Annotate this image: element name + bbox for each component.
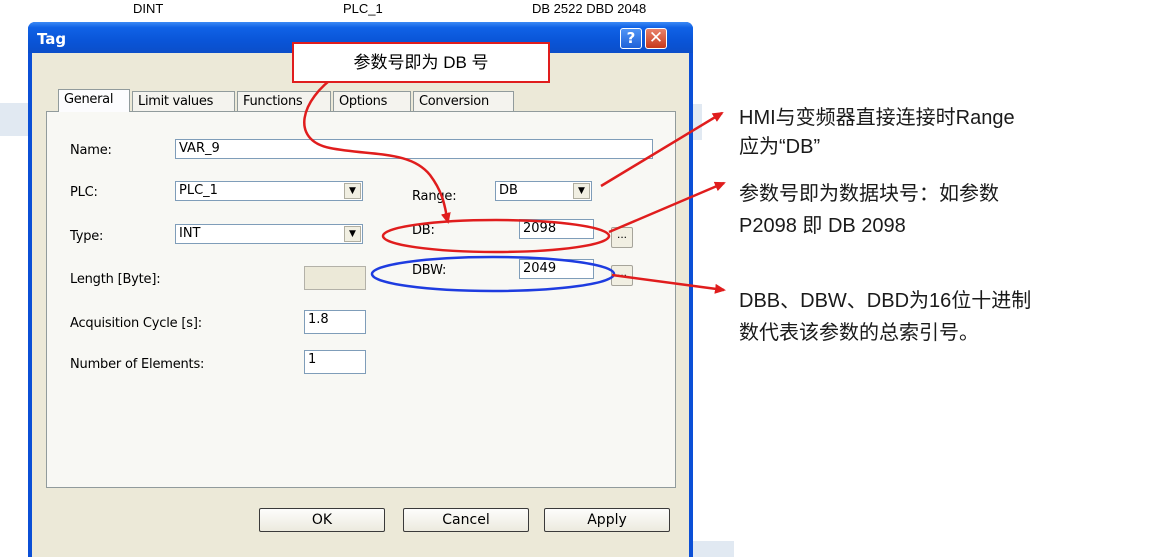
db-number-callout: 参数号即为 DB 号 [292, 42, 550, 83]
db-note-line2: P2098 即 DB 2098 [739, 215, 906, 237]
range-note-line1: HMI与变频器直接连接时Range [739, 107, 1015, 129]
db-highlight-ellipse [381, 218, 611, 254]
range-arrow [600, 111, 724, 188]
range-note-line2: 应为“DB” [739, 136, 821, 158]
dbw-note-line2: 数代表该参数的总索引号。 [739, 322, 979, 344]
annotation-overlay [303, 73, 726, 294]
db-note-line1: 参数号即为数据块号：如参数 [739, 183, 999, 205]
dbw-arrow [611, 273, 726, 294]
tab-general[interactable]: General [58, 89, 130, 112]
dbw-note-line1: DBB、DBW、DBD为16位十进制 [739, 290, 1032, 312]
db-arrow [608, 181, 726, 234]
callout-arrow [303, 73, 451, 224]
dbw-highlight-ellipse [370, 255, 616, 293]
